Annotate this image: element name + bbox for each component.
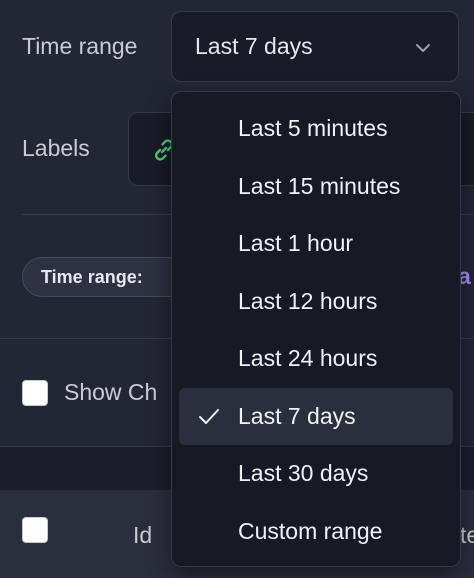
- option-last-24-hours[interactable]: Last 24 hours: [179, 330, 453, 388]
- time-range-select[interactable]: Last 7 days: [171, 11, 459, 82]
- option-last-1-hour[interactable]: Last 1 hour: [179, 215, 453, 273]
- app-root: Time range Last 7 days Labels e Time ran…: [0, 0, 474, 578]
- show-checkbox[interactable]: [22, 380, 48, 406]
- time-range-label: Time range: [22, 33, 138, 59]
- time-range-dropdown-menu: Last 5 minutes Last 15 minutes Last 1 ho…: [171, 91, 461, 567]
- labels-label: Labels: [22, 135, 90, 161]
- column-header-id[interactable]: Id: [133, 522, 152, 549]
- column-header-partial[interactable]: te: [460, 522, 474, 549]
- option-last-7-days[interactable]: Last 7 days: [179, 387, 453, 445]
- option-custom-range[interactable]: Custom range: [179, 503, 453, 561]
- checkmark-icon: [199, 408, 219, 424]
- option-label: Last 24 hours: [238, 345, 378, 372]
- option-label: Last 1 hour: [238, 230, 354, 257]
- chevron-down-icon: [416, 44, 430, 52]
- time-range-selected-value: Last 7 days: [195, 33, 313, 59]
- option-label: Last 15 minutes: [238, 172, 401, 199]
- option-label: Custom range: [238, 517, 383, 544]
- option-last-5-minutes[interactable]: Last 5 minutes: [179, 100, 453, 158]
- option-label: Last 30 days: [238, 460, 369, 487]
- option-label: Last 5 minutes: [238, 115, 388, 142]
- show-checkbox-label: Show Ch: [64, 379, 158, 405]
- option-label: Last 12 hours: [238, 287, 378, 314]
- option-label: Last 7 days: [238, 402, 356, 429]
- option-last-15-minutes[interactable]: Last 15 minutes: [179, 158, 453, 216]
- option-last-12-hours[interactable]: Last 12 hours: [179, 273, 453, 331]
- select-all-checkbox[interactable]: [22, 517, 48, 543]
- filter-pill-label: Time range:: [41, 266, 143, 287]
- option-last-30-days[interactable]: Last 30 days: [179, 445, 453, 503]
